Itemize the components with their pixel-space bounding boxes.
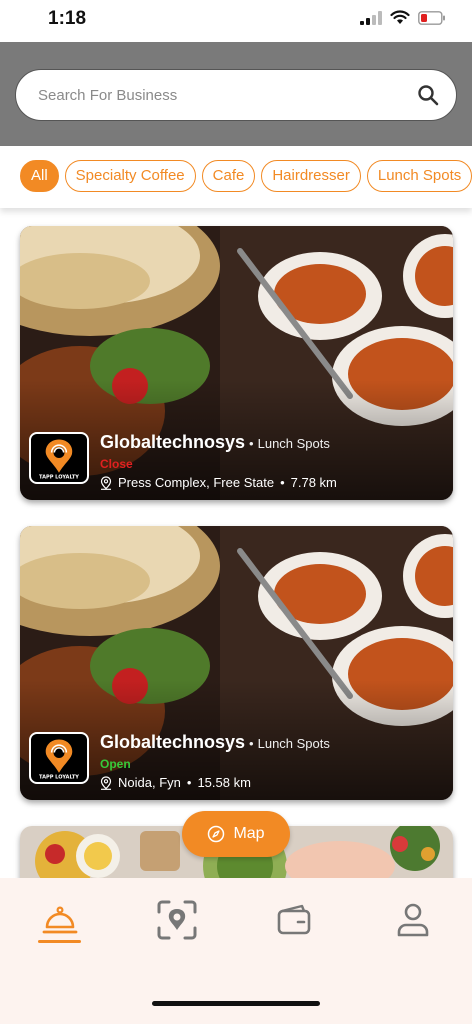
- chip-cafe[interactable]: Cafe: [201, 160, 256, 192]
- name-line: Globaltechnosys • Lunch Spots: [100, 732, 330, 753]
- chip-all[interactable]: All: [20, 160, 59, 192]
- wallet-icon: [277, 904, 311, 935]
- status-badge: Close: [100, 457, 133, 471]
- profile-icon: [397, 903, 429, 937]
- nav-active-indicator: [38, 940, 81, 943]
- distance-text: 7.78 km: [290, 475, 337, 490]
- name-line: Globaltechnosys • Lunch Spots: [100, 432, 337, 453]
- distance-text: 15.58 km: [197, 775, 251, 790]
- location-pin-icon: [100, 775, 112, 790]
- map-button[interactable]: Map: [182, 811, 290, 857]
- location-line: Noida, Fyn • 15.58 km: [100, 775, 330, 790]
- search-input[interactable]: [38, 70, 408, 120]
- compass-icon: [208, 825, 225, 843]
- chip-specialty-coffee[interactable]: Specialty Coffee: [64, 160, 196, 192]
- category-separator: •: [249, 736, 254, 751]
- app-screen: 1:18 Search For Business All Specialty C…: [0, 0, 472, 1024]
- wifi-icon: [390, 10, 410, 24]
- battery-icon: [418, 10, 445, 25]
- category-separator: •: [249, 436, 254, 451]
- search-header: [0, 42, 472, 146]
- business-name: Globaltechnosys: [100, 732, 246, 752]
- category-chips: All Specialty Coffee Cafe Hairdresser Lu…: [20, 160, 472, 192]
- logo-text: TAPP LOYALTY: [39, 774, 79, 780]
- location-pin-icon: [100, 475, 112, 490]
- scan-icon: [157, 900, 197, 940]
- business-category: Lunch Spots: [257, 436, 330, 451]
- nav-scan[interactable]: [155, 898, 199, 942]
- business-list: TAPP LOYALTY Globaltechnosys • Lunch Spo…: [0, 208, 472, 878]
- nav-profile[interactable]: [391, 898, 435, 942]
- location-line: Press Complex, Free State • 7.78 km: [100, 475, 337, 490]
- logo-text: TAPP LOYALTY: [39, 474, 79, 480]
- chip-lunch-spots[interactable]: Lunch Spots: [366, 160, 472, 192]
- business-card[interactable]: TAPP LOYALTY Globaltechnosys • Lunch Spo…: [20, 226, 453, 500]
- business-card[interactable]: TAPP LOYALTY Globaltechnosys • Lunch Spo…: [20, 526, 453, 800]
- distance-separator: •: [280, 475, 285, 490]
- business-category: Lunch Spots: [257, 736, 330, 751]
- bottom-nav: [0, 878, 472, 1024]
- tapp-loyalty-logo: TAPP LOYALTY: [29, 732, 89, 784]
- business-name: Globaltechnosys: [100, 432, 246, 452]
- status-icons: [360, 10, 446, 25]
- service-bell-icon: [42, 906, 78, 934]
- location-text: Press Complex, Free State: [118, 475, 275, 490]
- map-button-label: Map: [233, 825, 265, 842]
- card-info: Globaltechnosys • Lunch Spots Close Pres…: [100, 432, 337, 490]
- location-text: Noida, Fyn: [118, 775, 181, 790]
- search-icon[interactable]: [416, 83, 440, 107]
- card-info: Globaltechnosys • Lunch Spots Open Noida…: [100, 732, 330, 790]
- nav-wallet[interactable]: [272, 898, 316, 942]
- search-bar[interactable]: [15, 69, 457, 121]
- category-filter-bar: All Specialty Coffee Cafe Hairdresser Lu…: [0, 146, 472, 208]
- status-badge: Open: [100, 757, 131, 771]
- status-time: 1:18: [48, 8, 87, 29]
- tapp-loyalty-logo: TAPP LOYALTY: [29, 432, 89, 484]
- chip-hairdresser[interactable]: Hairdresser: [261, 160, 361, 192]
- nav-home[interactable]: [38, 898, 82, 942]
- distance-separator: •: [186, 775, 192, 790]
- cellular-signal-icon: [360, 10, 382, 25]
- status-bar: 1:18: [0, 0, 472, 42]
- home-indicator: [152, 1001, 320, 1006]
